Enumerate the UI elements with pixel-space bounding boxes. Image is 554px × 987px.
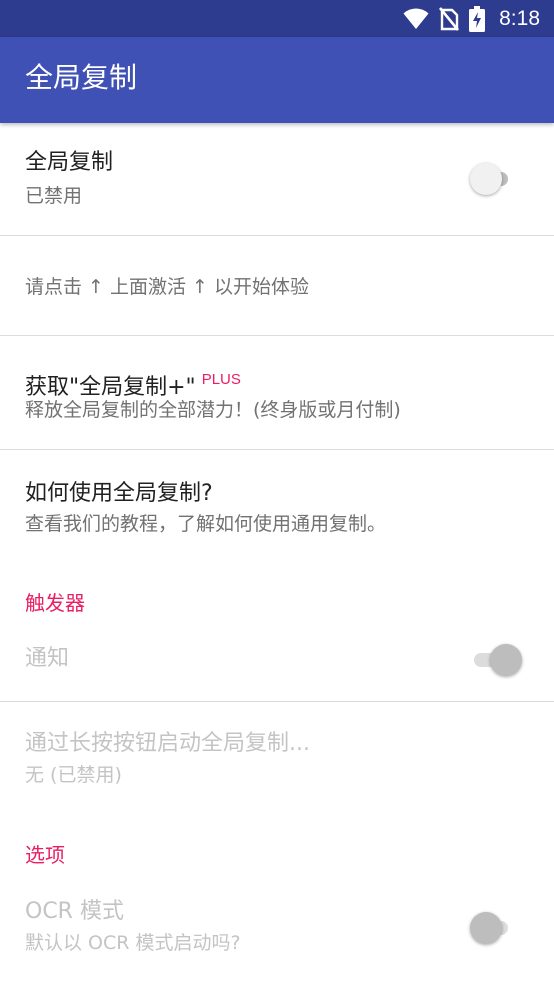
long-press-preference[interactable]: 通过长按按钮启动全局复制... 无 (已禁用) <box>0 702 554 812</box>
how-to-use-preference[interactable]: 如何使用全局复制? 查看我们的教程，了解如何使用通用复制。 <box>0 450 554 560</box>
app-bar: 全局复制 <box>0 37 554 123</box>
options-category-header: 选项 <box>25 843 65 867</box>
switch-thumb <box>470 163 502 195</box>
long-press-summary: 无 (已禁用) <box>25 764 122 786</box>
no-sim-icon <box>439 6 460 31</box>
status-bar: 8:18 <box>0 0 554 37</box>
battery-charging-icon <box>469 5 486 32</box>
activate-hint-text: 请点击 ↑ 上面激活 ↑ 以开始体验 <box>25 276 309 298</box>
plus-badge: PLUS <box>201 371 241 388</box>
switch-thumb <box>490 644 522 676</box>
global-copy-summary: 已禁用 <box>25 185 83 207</box>
preferences-list: 全局复制 已禁用 请点击 ↑ 上面激活 ↑ 以开始体验 获取"全局复制+" PLU… <box>0 123 554 987</box>
ocr-mode-switch[interactable] <box>470 910 512 946</box>
app-title: 全局复制 <box>25 61 138 94</box>
ocr-mode-preference[interactable]: OCR 模式 默认以 OCR 模式启动吗? <box>0 875 554 987</box>
global-copy-switch[interactable] <box>470 161 512 197</box>
trigger-category-header: 触发器 <box>25 591 85 615</box>
global-copy-title: 全局复制 <box>25 150 114 175</box>
ocr-mode-summary: 默认以 OCR 模式启动吗? <box>25 932 241 954</box>
lower-section: 如何使用全局复制? 查看我们的教程，了解如何使用通用复制。 触发器 通知 通过长… <box>0 450 554 987</box>
ocr-mode-title: OCR 模式 <box>25 899 124 924</box>
long-press-title: 通过长按按钮启动全局复制... <box>25 731 310 756</box>
global-copy-preference[interactable]: 全局复制 已禁用 <box>0 123 554 236</box>
notification-preference[interactable]: 通知 <box>0 623 554 702</box>
get-plus-summary: 释放全局复制的全部潜力！(终身版或月付制) <box>25 399 401 421</box>
notification-title: 通知 <box>25 646 70 671</box>
status-time: 8:18 <box>499 6 540 30</box>
notification-switch[interactable] <box>472 642 522 678</box>
activate-hint-item: 请点击 ↑ 上面激活 ↑ 以开始体验 <box>0 236 554 336</box>
status-icons: 8:18 <box>403 0 540 37</box>
switch-thumb <box>470 912 502 944</box>
wifi-icon <box>403 7 429 29</box>
get-plus-preference[interactable]: 获取"全局复制+" PLUS 释放全局复制的全部潜力！(终身版或月付制) <box>0 336 554 450</box>
how-to-use-title: 如何使用全局复制? <box>25 481 213 506</box>
how-to-use-summary: 查看我们的教程，了解如何使用通用复制。 <box>25 513 387 535</box>
